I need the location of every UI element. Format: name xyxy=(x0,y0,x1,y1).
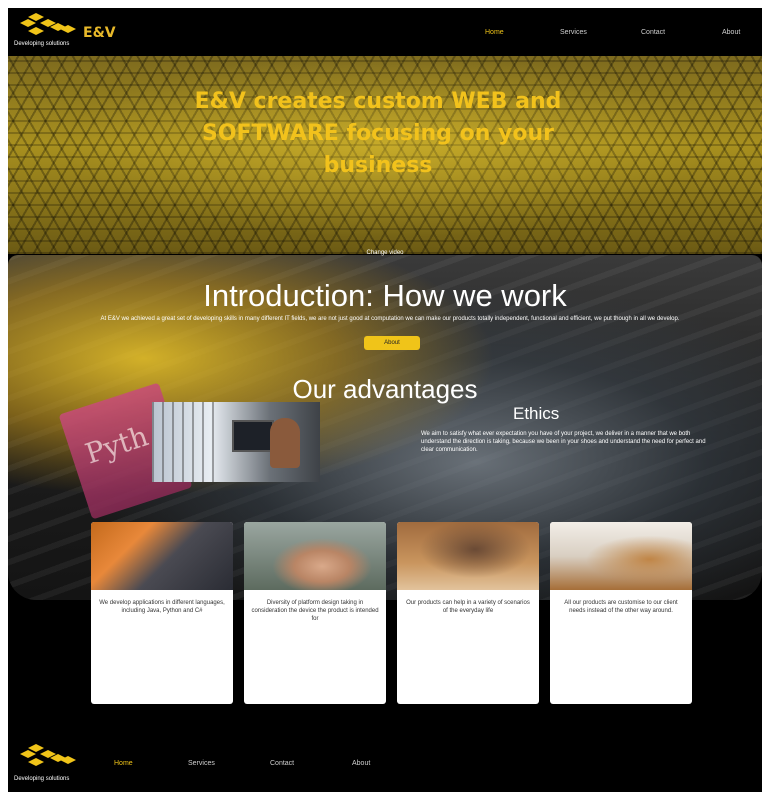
nav-about-link[interactable]: About xyxy=(722,29,740,36)
nav-home-link[interactable]: Home xyxy=(485,29,504,36)
card-text: Our products can help in a variety of sc… xyxy=(406,600,530,614)
brand-name: E&V xyxy=(83,25,116,41)
footer-tagline: Developing solutions xyxy=(14,776,70,782)
logo-icon[interactable] xyxy=(14,11,78,41)
ethics-image xyxy=(152,402,320,482)
ethics-title: Ethics xyxy=(513,404,560,423)
footer-logo-icon[interactable] xyxy=(14,742,78,772)
footer-services-link[interactable]: Services xyxy=(188,760,215,767)
office-window xyxy=(152,402,222,482)
intro-text: At E&V we achieved a great set of develo… xyxy=(100,316,680,322)
about-button[interactable]: About xyxy=(364,336,420,350)
advantages-title: Our advantages xyxy=(292,374,478,404)
person xyxy=(270,418,300,468)
card-image-phone-hands xyxy=(244,522,386,590)
footer-home-link[interactable]: Home xyxy=(114,760,133,767)
card-text: Diversity of platform design taking in c… xyxy=(251,600,379,622)
hero-title: E&V creates custom WEB and SOFTWARE focu… xyxy=(194,89,562,178)
feature-card-scenarios: Our products can help in a variety of sc… xyxy=(397,522,539,704)
card-text: We develop applications in different lan… xyxy=(99,600,225,614)
nav-services-link[interactable]: Services xyxy=(560,29,587,36)
logo-tagline: Developing solutions xyxy=(14,41,70,47)
nav-contact-link[interactable]: Contact xyxy=(641,29,665,36)
feature-card-platform: Diversity of platform design taking in c… xyxy=(244,522,386,704)
footer-contact-link[interactable]: Contact xyxy=(270,760,294,767)
footer-about-link[interactable]: About xyxy=(352,760,370,767)
feature-card-languages: We develop applications in different lan… xyxy=(91,522,233,704)
ethics-text: We aim to satisfy what ever expectation … xyxy=(421,431,706,453)
change-video-link[interactable]: Change video xyxy=(8,250,762,256)
intro-title: Introduction: How we work xyxy=(203,278,567,313)
page: E&V Developing solutions Home Services C… xyxy=(8,8,762,792)
hero-video: E&V creates custom WEB and SOFTWARE focu… xyxy=(8,56,762,254)
monitor xyxy=(232,420,274,452)
card-image-desk xyxy=(550,522,692,590)
book-cover-text: Pyth xyxy=(81,419,153,471)
card-text: All our products are customise to our cl… xyxy=(564,600,678,614)
feature-card-customise: All our products are customise to our cl… xyxy=(550,522,692,704)
card-image-laptop-code xyxy=(91,522,233,590)
card-image-tablet xyxy=(397,522,539,590)
